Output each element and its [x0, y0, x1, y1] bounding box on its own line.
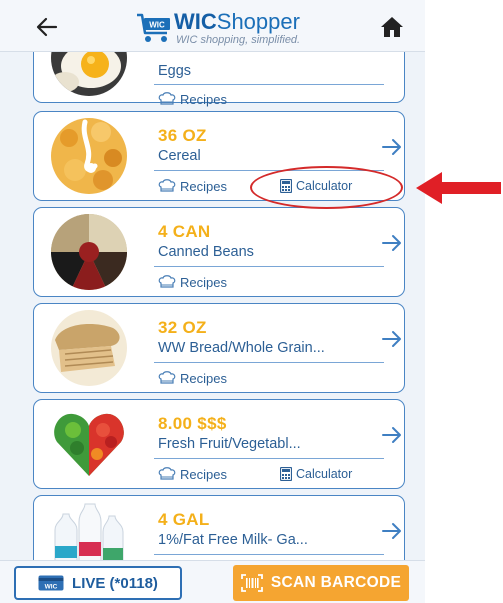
- arrow-left-icon: [36, 17, 58, 37]
- calculator-icon: [280, 467, 292, 481]
- recipes-label: Recipes: [180, 91, 227, 107]
- item-quantity: 32 OZ: [158, 318, 207, 337]
- app-logo: WIC WICShopper WIC shopping, simplified.: [136, 8, 336, 48]
- benefit-card-beans[interactable]: 4 CAN Canned Beans Recipes: [33, 207, 405, 297]
- arrow-right-icon[interactable]: [381, 424, 403, 446]
- shopping-cart-icon: WIC: [137, 13, 170, 42]
- item-name: Cereal: [158, 148, 201, 164]
- eggs-image: [51, 52, 127, 96]
- recipes-link[interactable]: Recipes: [158, 90, 227, 108]
- benefit-card-produce[interactable]: 8.00 $$$ Fresh Fruit/Vegetabl... Recipes…: [33, 399, 405, 489]
- item-name: 1%/Fat Free Milk- Ga...: [158, 532, 308, 548]
- scan-barcode-button[interactable]: SCAN BARCODE: [233, 565, 409, 601]
- home-icon: [381, 17, 403, 37]
- item-name: Eggs: [158, 63, 192, 79]
- item-quantity: 36 OZ: [158, 126, 207, 145]
- logo-cart-text: WIC: [149, 21, 165, 30]
- app-title-rest: Shopper: [216, 9, 300, 34]
- arrow-right-icon[interactable]: [381, 328, 403, 350]
- side-margin: [425, 0, 503, 603]
- item-quantity: 8.00 $$$: [158, 414, 227, 433]
- card-divider: [154, 266, 384, 267]
- card-divider: [154, 84, 384, 85]
- app-tagline: WIC shopping, simplified.: [176, 34, 301, 46]
- item-name: WW Bread/Whole Grain...: [158, 340, 325, 356]
- arrow-right-icon[interactable]: [381, 136, 403, 158]
- recipes-label: Recipes: [180, 370, 227, 386]
- live-benefits-button[interactable]: WIC LIVE (*0118): [14, 566, 182, 600]
- live-label: LIVE (*0118): [72, 574, 158, 592]
- home-button[interactable]: [376, 12, 408, 42]
- wic-card-icon: WIC: [38, 575, 64, 591]
- recipes-label: Recipes: [180, 466, 227, 482]
- item-name: Canned Beans: [158, 244, 254, 260]
- benefit-card-bread[interactable]: 32 OZ WW Bread/Whole Grain... Recipes: [33, 303, 405, 393]
- barcode-icon: [240, 574, 263, 592]
- chef-hat-icon: [158, 92, 176, 105]
- recipes-link[interactable]: Recipes: [158, 369, 227, 387]
- bread-image: [51, 310, 127, 386]
- card-divider: [154, 554, 384, 555]
- arrow-right-icon[interactable]: [381, 520, 403, 542]
- item-name: Fresh Fruit/Vegetabl...: [158, 436, 301, 452]
- bottom-bar: WIC LIVE (*0118) SCAN BARCODE: [0, 560, 425, 603]
- recipes-link[interactable]: Recipes: [158, 177, 227, 195]
- recipes-label: Recipes: [180, 274, 227, 290]
- annotation-highlight-circle: [250, 166, 403, 209]
- beans-image: [51, 214, 127, 290]
- card-divider: [154, 362, 384, 363]
- app-title: WICShopper: [174, 10, 300, 34]
- calculator-label: Calculator: [296, 467, 353, 481]
- chef-hat-icon: [158, 371, 176, 384]
- recipes-link[interactable]: Recipes: [158, 273, 227, 291]
- app-screen: WIC WICShopper WIC shopping, simplified.: [0, 0, 425, 603]
- recipes-label: Recipes: [180, 178, 227, 194]
- chef-hat-icon: [158, 179, 176, 192]
- app-title-bold: WIC: [174, 9, 217, 34]
- benefit-list[interactable]: Eggs Recipes 36 OZ Cereal Recipes Calcul…: [0, 52, 425, 560]
- cereal-image: [51, 118, 127, 194]
- item-quantity: 4 CAN: [158, 222, 211, 241]
- scan-barcode-label: SCAN BARCODE: [270, 574, 402, 591]
- benefit-card-eggs[interactable]: Eggs Recipes: [33, 52, 405, 107]
- produce-image: [51, 406, 127, 482]
- recipes-link[interactable]: Recipes: [158, 465, 227, 483]
- live-badge-text: WIC: [45, 584, 58, 591]
- back-button[interactable]: [32, 12, 62, 42]
- milk-image: [51, 502, 127, 560]
- calculator-link[interactable]: Calculator: [280, 465, 352, 483]
- item-quantity: 4 GAL: [158, 510, 210, 529]
- app-header: WIC WICShopper WIC shopping, simplified.: [0, 0, 425, 52]
- arrow-right-icon[interactable]: [381, 232, 403, 254]
- benefit-card-milk[interactable]: 4 GAL 1%/Fat Free Milk- Ga...: [33, 495, 405, 560]
- card-divider: [154, 458, 384, 459]
- annotation-arrow-icon: [416, 172, 501, 204]
- chef-hat-icon: [158, 467, 176, 480]
- chef-hat-icon: [158, 275, 176, 288]
